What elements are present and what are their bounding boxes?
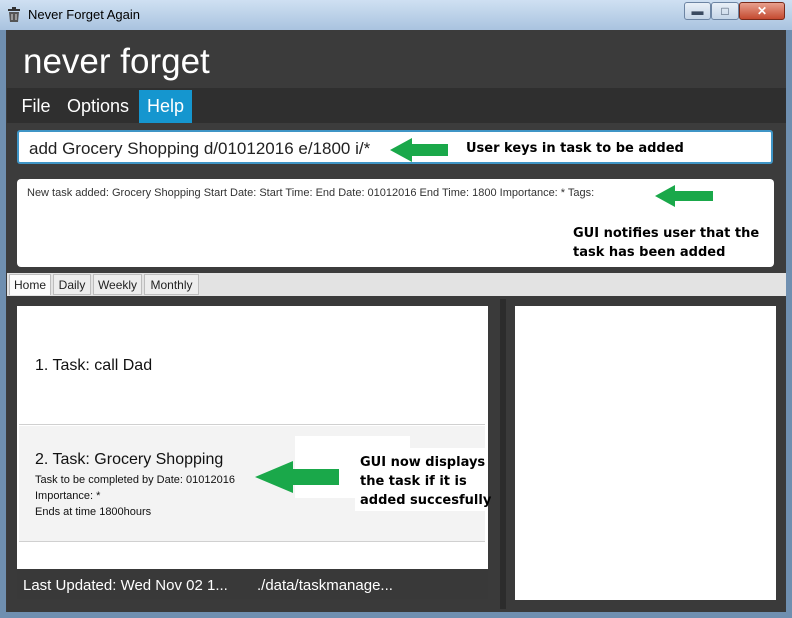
maximize-icon: □ bbox=[721, 4, 729, 18]
window-title: Never Forget Again bbox=[28, 7, 141, 22]
annotation-input-note: User keys in task to be added bbox=[466, 141, 684, 156]
menu-file[interactable]: File bbox=[17, 90, 55, 123]
task-detail: Ends at time 1800hours bbox=[35, 506, 152, 518]
task-title: 1. Task: call Dad bbox=[35, 357, 153, 374]
app-title: never forget bbox=[23, 42, 210, 81]
close-icon: ✕ bbox=[756, 4, 768, 18]
storage-path-text: ./data/taskmanage... bbox=[257, 577, 393, 594]
task-detail: Task to be completed by Date: 01012016 bbox=[35, 474, 235, 486]
annotation-display-note: GUI now displays bbox=[360, 455, 486, 470]
annotation-display-note: added succesfully bbox=[360, 493, 492, 508]
annotation-feedback-note: GUI notifies user that the bbox=[573, 226, 760, 241]
annotation-arrow-icon bbox=[655, 185, 713, 207]
task-title: 2. Task: Grocery Shopping bbox=[35, 451, 224, 468]
last-updated-text: Last Updated: Wed Nov 02 1... bbox=[23, 577, 228, 594]
tab-weekly[interactable]: Weekly bbox=[93, 274, 142, 295]
annotation-display-note: the task if it is bbox=[360, 474, 467, 489]
minimize-button[interactable]: ▬ bbox=[684, 2, 711, 20]
task-detail: Importance: * bbox=[35, 490, 101, 502]
minimize-icon: ▬ bbox=[691, 4, 704, 18]
detail-panel bbox=[515, 306, 776, 600]
feedback-text: New task added: Grocery Shopping Start D… bbox=[27, 187, 595, 199]
tab-monthly[interactable]: Monthly bbox=[144, 274, 199, 295]
annotation-arrow-icon bbox=[255, 461, 339, 493]
menu-help[interactable]: Help bbox=[139, 90, 192, 123]
tab-home[interactable]: Home bbox=[9, 274, 51, 295]
close-button[interactable]: ✕ bbox=[739, 2, 785, 20]
maximize-button[interactable]: □ bbox=[711, 2, 739, 20]
tab-daily[interactable]: Daily bbox=[53, 274, 91, 295]
annotation-feedback-note: task has been added bbox=[573, 245, 726, 260]
command-input-value: add Grocery Shopping d/01012016 e/1800 i… bbox=[29, 139, 371, 158]
trash-bin-icon bbox=[8, 7, 20, 22]
annotation-arrow-icon bbox=[390, 138, 448, 162]
menu-options[interactable]: Options bbox=[62, 90, 134, 123]
split-divider[interactable] bbox=[500, 299, 506, 609]
